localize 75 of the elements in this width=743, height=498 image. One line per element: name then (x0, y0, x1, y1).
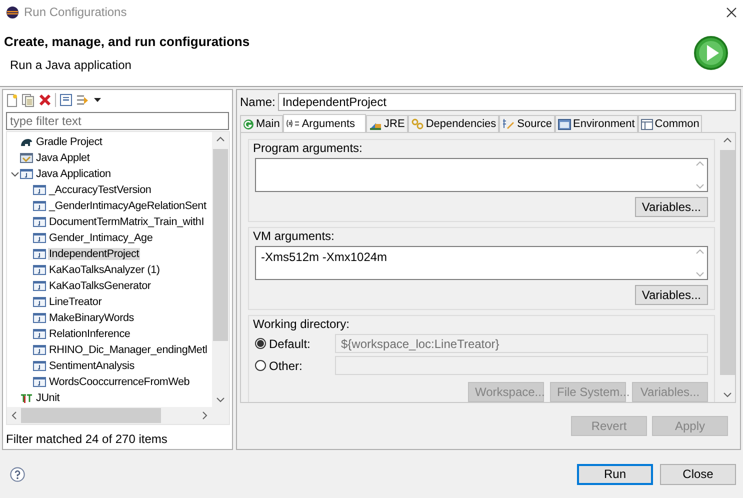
window-icon (33, 232, 46, 244)
tab[interactable]: Common (638, 115, 702, 132)
new-icon[interactable] (6, 94, 18, 106)
filter-status: Filter matched 24 of 270 items (5, 431, 168, 446)
filter-field[interactable]: type filter text (6, 112, 229, 130)
tree-item[interactable]: IndependentProject (48, 248, 140, 260)
window-title: Run Configurations (24, 5, 127, 19)
links-icon (410, 118, 424, 130)
collapse-all-icon[interactable] (60, 94, 72, 106)
tree-item[interactable]: _GenderIntimacyAgeRelationSent (48, 200, 208, 212)
elephant-icon (20, 136, 33, 148)
window-icon (33, 312, 46, 324)
tree-item[interactable]: LineTreator (48, 296, 103, 308)
tree-item[interactable]: RelationInference (48, 328, 132, 340)
window-icon (33, 184, 46, 196)
dialog-description: Run a Java application (10, 58, 132, 72)
run-button[interactable]: Run (577, 464, 653, 484)
window-icon (33, 248, 46, 260)
window-icon (33, 200, 46, 212)
duplicate-icon[interactable] (22, 94, 35, 106)
group-label: VM arguments: (253, 229, 336, 243)
window-icon (33, 376, 46, 388)
refresh-icon (243, 118, 254, 130)
expanded-chevron-icon[interactable] (11, 172, 19, 176)
run-icon (693, 35, 729, 71)
layout-icon (640, 118, 653, 130)
window-icon (33, 328, 46, 340)
window-icon (33, 216, 46, 228)
tree-item[interactable]: MakeBinaryWords (48, 312, 136, 324)
source-icon (502, 118, 516, 130)
junit-icon (20, 392, 33, 404)
tree-item[interactable]: Java Applet (35, 152, 91, 164)
variables-button[interactable]: Variables... (634, 197, 708, 217)
tab[interactable]: Source (499, 115, 556, 132)
tree-item[interactable]: RHINO_Dic_Manager_endingMetl (48, 344, 208, 356)
window-icon (33, 344, 46, 356)
variables-button[interactable]: Variables... (634, 285, 708, 305)
tree-item[interactable]: KaKaoTalksGenerator (48, 280, 152, 292)
dropdown-caret-icon[interactable] (94, 98, 101, 102)
filter-icon[interactable] (76, 94, 90, 106)
dialog-heading: Create, manage, and run configurations (4, 34, 251, 49)
tree-item[interactable]: Gradle Project (35, 136, 104, 148)
tab[interactable]: Dependencies (408, 115, 500, 132)
app-logo-icon (6, 6, 19, 18)
group-label: Working directory: (253, 317, 350, 331)
window-icon (33, 264, 46, 276)
window-icon (33, 360, 46, 372)
name-label: Name: (240, 95, 276, 109)
window-icon (558, 118, 572, 130)
tree-item[interactable]: KaKaoTalksAnalyzer (1) (48, 264, 161, 276)
horizontal-scrollbar[interactable] (7, 407, 229, 424)
tree-item[interactable]: _AccuracyTestVersion (48, 184, 152, 196)
tree-item[interactable]: DocumentTermMatrix_Train_withI (48, 216, 205, 228)
variable-icon (286, 119, 300, 128)
delete-icon[interactable] (39, 94, 51, 106)
tab[interactable]: Environment (555, 115, 638, 132)
window-icon (33, 296, 46, 308)
close-icon[interactable] (726, 6, 737, 18)
tree-item[interactable]: JUnit (35, 392, 61, 404)
tab[interactable]: Main (240, 115, 283, 132)
group-label: Program arguments: (253, 141, 364, 155)
tab[interactable]: Arguments (282, 114, 366, 132)
tree-item[interactable]: Java Application (35, 168, 112, 180)
window-icon (33, 280, 46, 292)
vertical-scrollbar[interactable] (719, 133, 735, 402)
tree-item[interactable]: WordsCooccurrenceFromWeb (48, 376, 191, 388)
vertical-scrollbar[interactable] (212, 132, 229, 407)
tree-item[interactable]: Gender_Intimacy_Age (48, 232, 154, 244)
help-icon[interactable] (10, 466, 25, 482)
window-icon (20, 168, 33, 180)
applet-icon (20, 152, 33, 164)
tab[interactable]: JRE (366, 115, 408, 132)
close-button[interactable]: Close (660, 464, 736, 484)
tree-item[interactable]: SentimentAnalysis (48, 360, 136, 372)
name-field[interactable]: IndependentProject (278, 93, 736, 111)
